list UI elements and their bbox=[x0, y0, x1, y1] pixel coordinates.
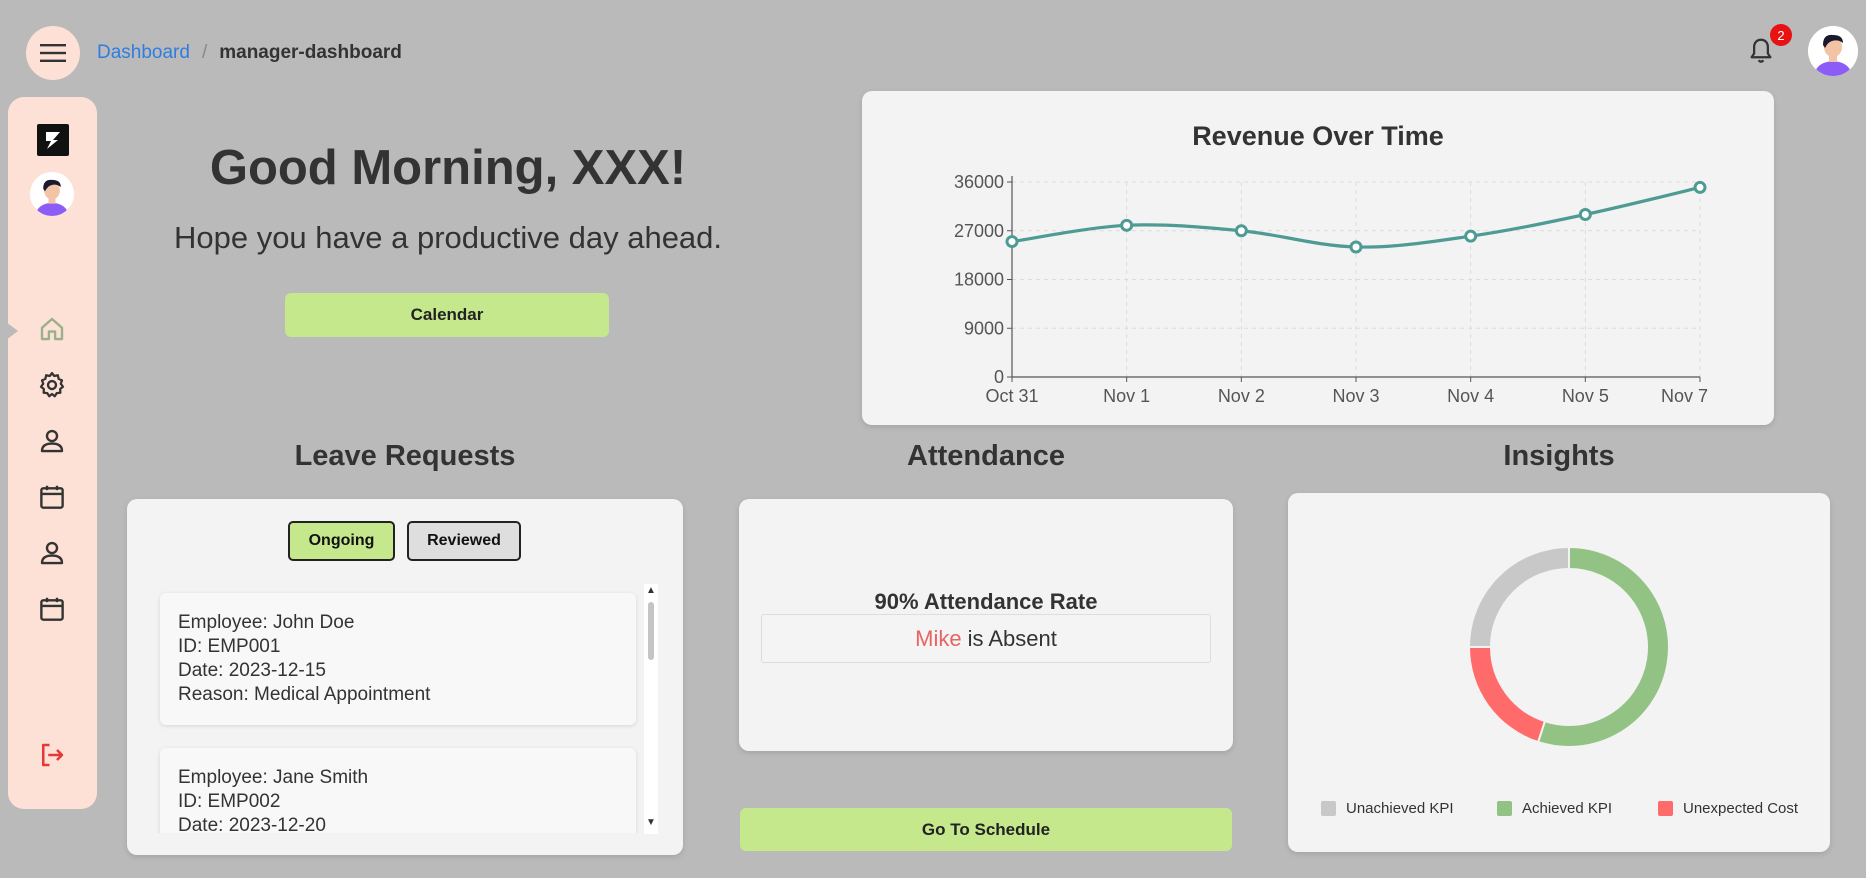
chart-title: Revenue Over Time bbox=[1192, 121, 1444, 151]
user-icon[interactable] bbox=[37, 426, 67, 456]
leave-employee: Employee: Jane Smith bbox=[178, 767, 369, 788]
breadcrumb: Dashboard / manager-dashboard bbox=[97, 42, 402, 64]
donut-segment-0[interactable] bbox=[1467, 545, 1570, 648]
donut-segment-1[interactable] bbox=[1536, 545, 1670, 748]
leave-reason: Reason: Medical Appointment bbox=[178, 684, 431, 705]
leave-requests-title: Leave Requests bbox=[294, 440, 516, 472]
avatar-illustration bbox=[30, 172, 74, 216]
legend-item-achieved[interactable]: Achieved KPI bbox=[1497, 800, 1612, 817]
legend-item-unexpected-cost[interactable]: Unexpected Cost bbox=[1658, 800, 1798, 817]
y-tick-label: 36000 bbox=[954, 172, 1004, 192]
x-tick-label: Nov 2 bbox=[1218, 386, 1265, 406]
leave-request-item[interactable]: Employee: Jane Smith ID: EMP002 Date: 20… bbox=[160, 748, 636, 833]
leave-date: Date: 2023-12-15 bbox=[178, 660, 326, 681]
greeting-title: Good Morning, XXX! bbox=[209, 141, 687, 195]
data-point bbox=[1120, 218, 1134, 232]
absent-text: is Absent bbox=[967, 625, 1057, 651]
gear-icon[interactable] bbox=[37, 370, 67, 400]
x-tick-label: Nov 3 bbox=[1332, 386, 1379, 406]
logo-icon bbox=[46, 132, 60, 149]
leave-request-list[interactable]: Employee: John Doe ID: EMP001 Date: 2023… bbox=[156, 587, 653, 833]
leave-id: ID: EMP001 bbox=[178, 636, 281, 657]
revenue-line-chart: 36000 27000 18000 9000 0Oct 31 Nov 1 Nov 2 Nov … bbox=[954, 172, 1708, 406]
app-logo[interactable] bbox=[37, 124, 69, 156]
y-tick-label: 18000 bbox=[954, 270, 1004, 290]
avatar-illustration bbox=[1808, 26, 1858, 76]
legend-swatch bbox=[1497, 801, 1512, 816]
data-point bbox=[1234, 224, 1248, 238]
scroll-down-arrow-icon[interactable]: ▼ bbox=[646, 818, 656, 828]
data-point bbox=[1464, 229, 1478, 243]
insights-title: Insights bbox=[1503, 440, 1615, 472]
breadcrumb-dashboard-link[interactable]: Dashboard bbox=[97, 42, 190, 64]
tab-ongoing[interactable]: Ongoing bbox=[288, 521, 395, 561]
hamburger-menu-button[interactable] bbox=[26, 26, 80, 80]
x-tick-label: Nov 5 bbox=[1562, 386, 1609, 406]
legend-swatch bbox=[1658, 801, 1673, 816]
tab-reviewed[interactable]: Reviewed bbox=[407, 521, 521, 561]
y-tick-label: 9000 bbox=[964, 318, 1004, 338]
y-tick-label: 27000 bbox=[954, 221, 1004, 241]
notification-badge: 2 bbox=[1770, 24, 1792, 46]
x-tick-label: Oct 31 bbox=[985, 386, 1038, 406]
legend-item-unachieved[interactable]: Unachieved KPI bbox=[1321, 800, 1454, 817]
legend-swatch bbox=[1321, 801, 1336, 816]
y-tick-label: 0 bbox=[994, 367, 1004, 387]
x-tick-label: Nov 4 bbox=[1447, 386, 1494, 406]
x-tick-label: Nov 1 bbox=[1103, 386, 1150, 406]
data-point bbox=[1005, 235, 1019, 249]
donut-segment-2[interactable] bbox=[1467, 646, 1547, 744]
absent-employee-name: Mike bbox=[915, 625, 962, 651]
calendar-button[interactable]: Calendar bbox=[285, 293, 609, 337]
legend-label: Unachieved KPI bbox=[1346, 800, 1454, 817]
legend-label: Achieved KPI bbox=[1522, 800, 1613, 817]
scroll-up-arrow-icon[interactable]: ▲ bbox=[646, 586, 656, 596]
data-point bbox=[1349, 240, 1363, 254]
calendar-icon[interactable] bbox=[37, 482, 67, 512]
legend-label: Unexpected Cost bbox=[1683, 800, 1799, 817]
breadcrumb-current: manager-dashboard bbox=[219, 42, 402, 63]
sidebar-active-pointer bbox=[2, 319, 18, 343]
user-avatar[interactable] bbox=[1808, 26, 1858, 76]
scrollbar-thumb[interactable] bbox=[648, 602, 654, 660]
go-to-schedule-button[interactable]: Go To Schedule bbox=[740, 808, 1232, 851]
leave-employee: Employee: John Doe bbox=[178, 612, 355, 633]
data-point bbox=[1578, 208, 1592, 221]
user-icon[interactable] bbox=[37, 538, 67, 568]
attendance-title: Attendance bbox=[907, 440, 1065, 472]
leave-request-item[interactable]: Employee: John Doe ID: EMP001 Date: 2023… bbox=[160, 593, 636, 725]
attendance-rate: 90% Attendance Rate bbox=[874, 589, 1098, 614]
breadcrumb-separator: / bbox=[201, 42, 208, 63]
leave-date: Date: 2023-12-20 bbox=[178, 815, 326, 833]
home-icon[interactable] bbox=[37, 314, 67, 344]
x-tick-label: Nov 7 bbox=[1661, 386, 1708, 406]
greeting-subtitle: Hope you have a productive day ahead. bbox=[173, 220, 723, 255]
leave-id: ID: EMP002 bbox=[178, 791, 281, 812]
calendar-icon[interactable] bbox=[37, 594, 67, 624]
insights-donut-chart bbox=[1467, 545, 1670, 748]
absent-notice: Mike is Absent bbox=[761, 614, 1211, 663]
hamburger-icon bbox=[40, 44, 66, 62]
data-point bbox=[1693, 180, 1707, 194]
logout-icon[interactable] bbox=[37, 740, 67, 770]
sidebar-avatar[interactable] bbox=[30, 172, 74, 216]
